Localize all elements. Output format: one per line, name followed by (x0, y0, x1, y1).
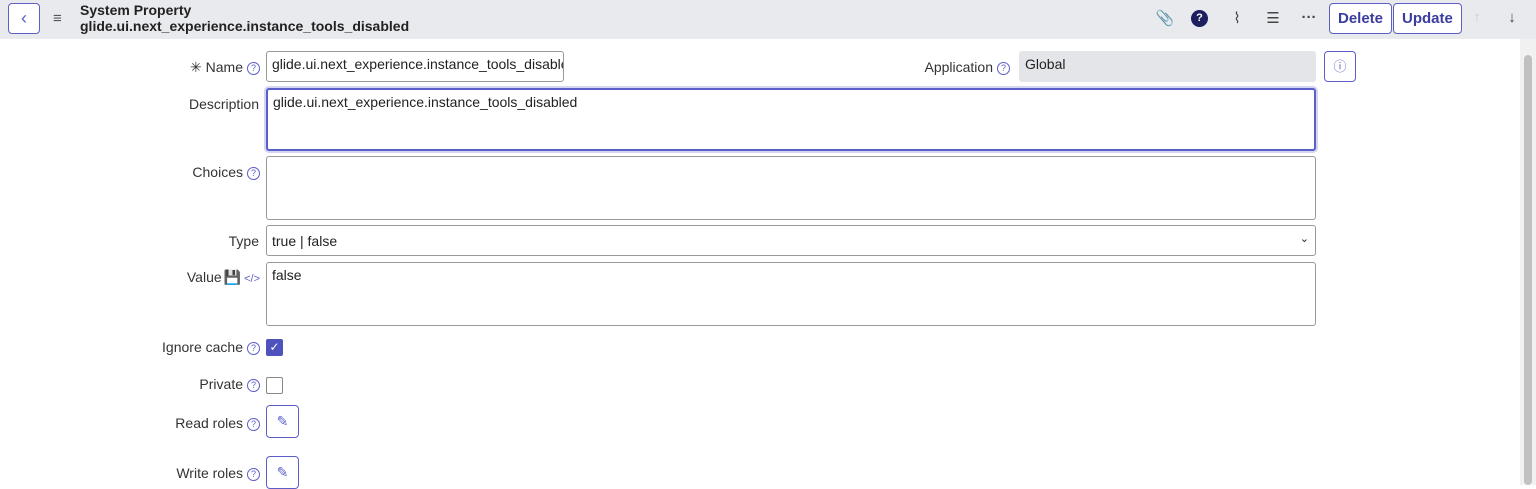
help-icon: ? (247, 468, 260, 481)
update-button[interactable]: Update (1393, 3, 1462, 34)
save-icon[interactable]: 💾 (224, 269, 241, 285)
private-label: Private? (0, 376, 260, 392)
help-icon: ? (247, 379, 260, 392)
help-icon: ? (247, 62, 260, 75)
hamburger-menu-icon[interactable]: ≡ (53, 10, 62, 27)
application-label: Application? (750, 59, 1010, 75)
form-header: ‹ ≡ System Property glide.ui.next_experi… (0, 0, 1536, 39)
scrollbar-thumb[interactable] (1524, 55, 1532, 485)
edit-write-roles-button[interactable]: ✎ (266, 456, 299, 489)
write-roles-label: Write roles? (0, 465, 260, 481)
private-checkbox[interactable] (266, 377, 283, 394)
help-icon: ? (247, 342, 260, 355)
value-label: Value 💾 </> (186, 269, 260, 285)
ignore-cache-label: Ignore cache? (0, 339, 260, 355)
ignore-cache-checkbox[interactable]: ✓ (266, 339, 283, 356)
back-button[interactable]: ‹ (8, 3, 40, 34)
value-textarea[interactable]: false (266, 262, 1316, 326)
type-select[interactable]: true | false ⌄ (266, 225, 1316, 256)
description-textarea[interactable]: glide.ui.next_experience.instance_tools_… (266, 88, 1316, 151)
help-icon[interactable]: ? (1191, 10, 1208, 27)
edit-read-roles-button[interactable]: ✎ (266, 405, 299, 438)
record-name: glide.ui.next_experience.instance_tools_… (80, 18, 410, 34)
help-icon: ? (247, 418, 260, 431)
application-field: Global (1019, 51, 1316, 82)
choices-label: Choices? (0, 164, 260, 180)
help-icon: ? (247, 167, 260, 180)
activity-icon[interactable]: ⌇ (1227, 9, 1247, 27)
settings-sliders-icon[interactable]: ☰ (1263, 9, 1283, 27)
description-label: Description (188, 96, 259, 112)
scrollbar[interactable] (1520, 39, 1536, 485)
type-label: Type (228, 233, 259, 249)
page-title: System Property (80, 2, 192, 18)
arrow-down-icon[interactable]: ↓ (1502, 9, 1522, 26)
code-icon[interactable]: </> (244, 273, 260, 285)
type-selected-value: true | false (272, 233, 338, 249)
paperclip-icon[interactable]: 📎 (1155, 9, 1175, 27)
read-roles-label: Read roles? (0, 415, 260, 431)
name-input[interactable]: glide.ui.next_experience.instance_tools_… (266, 51, 564, 82)
delete-button[interactable]: Delete (1329, 3, 1393, 34)
choices-textarea[interactable] (266, 156, 1316, 220)
info-icon[interactable]: ⓘ (1324, 51, 1356, 82)
name-label: ✳ Name? (0, 59, 260, 76)
more-icon[interactable]: ··· (1299, 9, 1319, 26)
help-icon: ? (997, 62, 1010, 75)
chevron-down-icon: ⌄ (1299, 233, 1309, 245)
arrow-up-icon[interactable]: ↑ (1467, 9, 1487, 26)
